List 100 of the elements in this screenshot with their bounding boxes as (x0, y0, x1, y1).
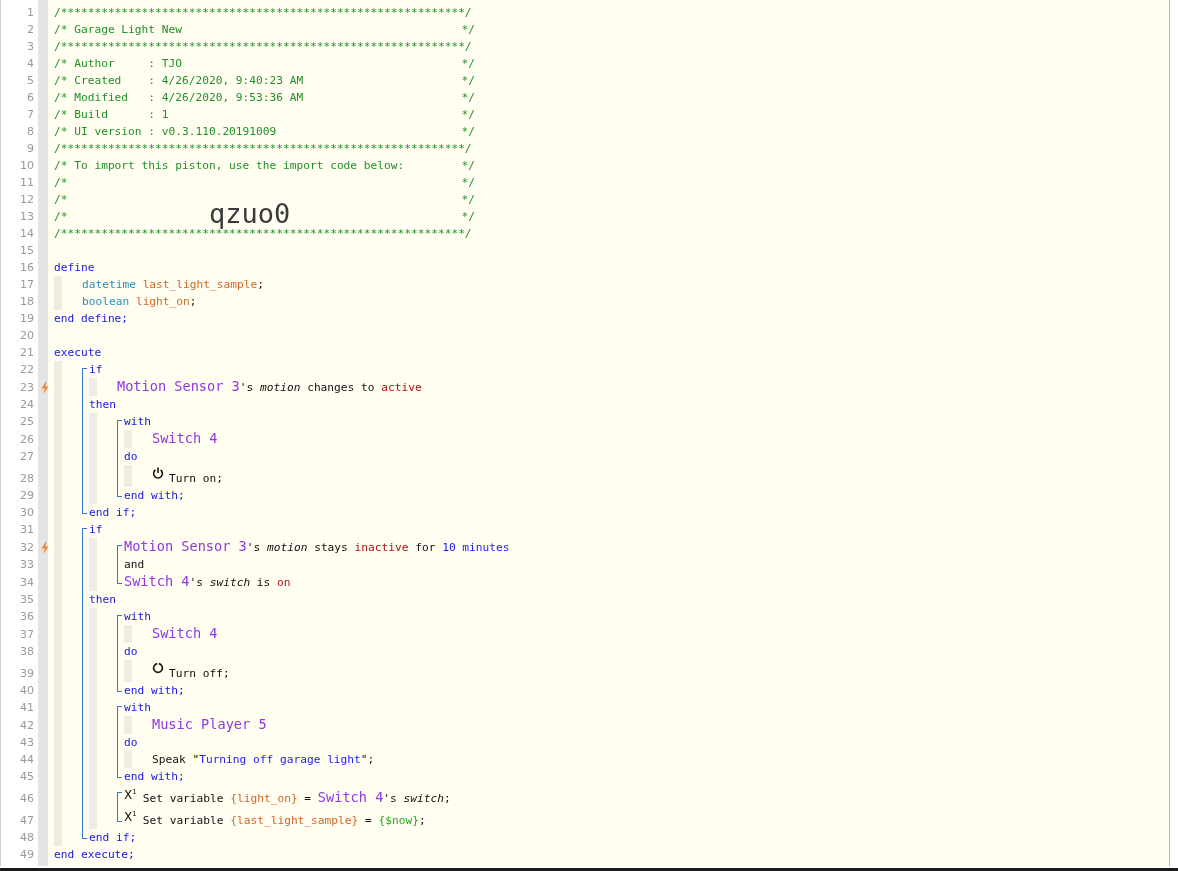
code-line: Speak "Turning off garage light"; (152, 752, 375, 768)
line-number: 16 (19, 260, 34, 276)
code-line: end execute; (54, 847, 135, 863)
code-line: Switch 4's switch is on (124, 573, 291, 591)
line-number: 5 (26, 73, 34, 89)
code-line: /************************************************************/ (54, 39, 472, 55)
comment-end: */ (461, 73, 475, 89)
line-number: 10 (19, 158, 34, 174)
code-line: with (124, 609, 151, 625)
line-number: 46 (19, 791, 34, 807)
code-line: Set variable {last_light_sample} = {$now}; (142, 813, 426, 829)
line-number: 13 (19, 209, 34, 225)
code-line: with (124, 414, 151, 430)
block-bracket (117, 706, 122, 778)
line-number: 44 (19, 752, 34, 768)
line-number: 36 (19, 609, 34, 625)
line-number: 29 (19, 488, 34, 504)
code-line: /* Author : TJO (54, 56, 182, 72)
comment-end: */ (461, 56, 475, 72)
comment-end: */ (461, 158, 475, 174)
line-number: 35 (19, 592, 34, 608)
code-line: /* (54, 192, 68, 208)
line-number: 42 (19, 717, 34, 734)
code-line: /* (54, 209, 68, 225)
code-line: /* Garage Light New (54, 22, 182, 38)
line-number: 47 (19, 813, 34, 829)
line-number: 14 (19, 226, 34, 242)
code-line: /* (54, 175, 68, 191)
code-line: end with; (124, 488, 185, 504)
line-number: 11 (19, 175, 34, 191)
line-number: 48 (19, 830, 34, 846)
line-number: 40 (19, 683, 34, 699)
line-number: 26 (19, 431, 34, 448)
code-line: Set variable {light_on} = Switch 4's switch; (142, 789, 451, 807)
code-line: end with; (124, 683, 185, 699)
line-number: 24 (19, 397, 34, 413)
code-line: then (89, 592, 116, 608)
code-line: with (124, 700, 151, 716)
line-number: 33 (19, 557, 34, 573)
line-number: 3 (26, 39, 34, 55)
line-number: 23 (19, 379, 34, 396)
code-line: Switch 4 (152, 625, 218, 643)
code-line: execute (54, 345, 102, 361)
line-number: 7 (26, 107, 34, 123)
line-number: 21 (19, 345, 34, 361)
line-number: 37 (19, 626, 34, 643)
import-code: qzuo0 (209, 198, 291, 229)
code-line: end if; (89, 830, 137, 846)
line-number: 34 (19, 574, 34, 591)
line-number: 22 (19, 362, 34, 378)
code-line: boolean light_on; (82, 294, 197, 310)
code-line: do (124, 644, 138, 660)
code-line: Music Player 5 (152, 716, 267, 734)
variable-symbol: X$^{1}$ (124, 787, 137, 802)
code-line: Motion Sensor 3's motion stays inactive for 10 minutes (124, 538, 510, 556)
code-line: if (89, 362, 103, 378)
block-bracket (117, 792, 122, 822)
comment-end: */ (461, 90, 475, 106)
code-line: do (124, 735, 138, 751)
code-line: if (89, 522, 103, 538)
line-number: 45 (19, 769, 34, 785)
code-line: end define; (54, 311, 129, 327)
comment-end: */ (461, 209, 475, 225)
line-number: 9 (26, 141, 34, 157)
line-number: 8 (26, 124, 34, 140)
code-line: /* Modified : 4/26/2020, 9:53:36 AM (54, 90, 304, 106)
code-line: end with; (124, 769, 185, 785)
line-number: 18 (19, 294, 34, 310)
line-number: 19 (19, 311, 34, 327)
line-number: 15 (19, 243, 34, 259)
line-number: 31 (19, 522, 34, 538)
code-line: and (124, 557, 145, 573)
code-line: define (54, 260, 95, 276)
code-line: /* Build : 1 (54, 107, 169, 123)
comment-end: */ (461, 107, 475, 123)
code-line: Motion Sensor 3's motion changes to active (117, 378, 422, 396)
line-number: 30 (19, 505, 34, 521)
line-number: 28 (19, 471, 34, 487)
block-bracket (117, 545, 122, 584)
line-number: 39 (19, 666, 34, 682)
line-number: 43 (19, 735, 34, 751)
comment-end: */ (461, 124, 475, 140)
line-number: 49 (19, 847, 34, 863)
comment-end: */ (461, 192, 475, 208)
line-number: 6 (26, 90, 34, 106)
code-line: do (124, 449, 138, 465)
comment-end: */ (461, 175, 475, 191)
line-number: 32 (19, 539, 34, 556)
code-line: Turn off; (169, 666, 230, 682)
line-number: 20 (19, 328, 34, 344)
line-number: 38 (19, 644, 34, 660)
line-number: 4 (26, 56, 34, 72)
code-line: Turn on; (169, 471, 223, 487)
code-line: then (89, 397, 116, 413)
line-number: 41 (19, 700, 34, 716)
code-line: end if; (89, 505, 137, 521)
code-line: /* Created : 4/26/2020, 9:40:23 AM (54, 73, 304, 89)
code-line: Switch 4 (152, 430, 218, 448)
variable-symbol: X$^{1}$ (124, 809, 137, 824)
code-line: datetime last_light_sample; (82, 277, 264, 293)
